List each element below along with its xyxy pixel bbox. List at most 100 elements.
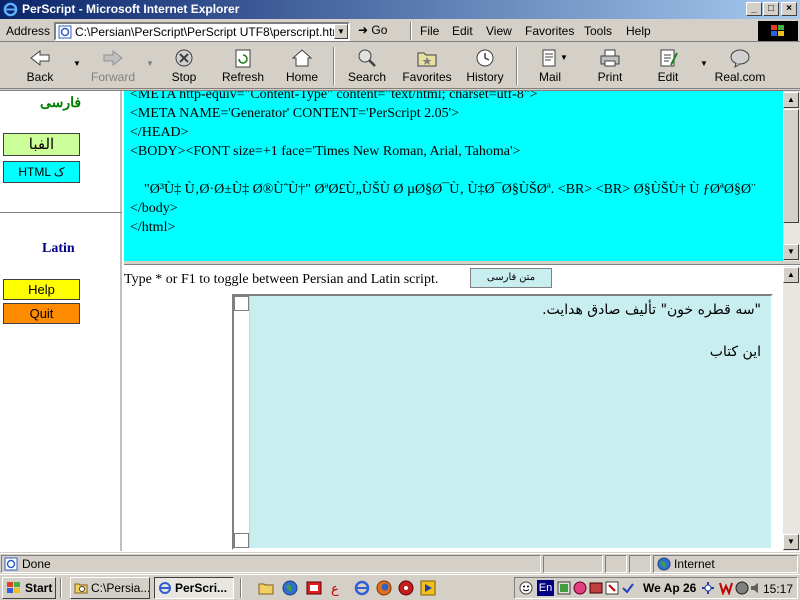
status-panel-main: [1, 555, 541, 573]
quicklaunch-persian-icon[interactable]: ع: [330, 580, 346, 596]
start-button[interactable]: Start: [2, 577, 56, 599]
editor-text-area[interactable]: "سه قطره خون" تألیف صادق هدایت. این کتاب: [250, 296, 771, 548]
quicklaunch-ie-icon[interactable]: [354, 580, 370, 596]
quicklaunch-winamp-icon[interactable]: [420, 580, 436, 596]
print-button[interactable]: Print: [590, 47, 630, 87]
refresh-label: Refresh: [221, 70, 265, 84]
scroll-up-button[interactable]: ▲: [783, 267, 799, 283]
favorites-label: Favorites: [402, 70, 452, 84]
persian-text-editor[interactable]: "سه قطره خون" تألیف صادق هدایت. این کتاب: [232, 294, 773, 550]
menu-file[interactable]: File: [420, 24, 439, 38]
refresh-icon: [235, 49, 251, 68]
tray-speaker-icon[interactable]: [749, 581, 763, 595]
internet-globe-icon: [657, 557, 671, 571]
svg-text:ع: ع: [331, 582, 339, 596]
security-zone-text: Internet: [674, 557, 715, 571]
edit-button[interactable]: Edit: [648, 47, 688, 87]
scroll-thumb[interactable]: [783, 109, 799, 223]
forward-button[interactable]: Forward: [88, 47, 138, 87]
task-label: PerScri...: [175, 581, 228, 595]
left-frame: فارسی الفبا HTML ک Latin Help Quit: [0, 91, 122, 551]
help-button[interactable]: Help: [3, 279, 80, 300]
scroll-up-button[interactable]: ▲: [783, 92, 799, 108]
quicklaunch-media-icon[interactable]: [398, 580, 414, 596]
status-bar: Done Internet: [0, 553, 800, 573]
menu-tools[interactable]: Tools: [584, 24, 612, 38]
tray-color-icon[interactable]: [573, 581, 587, 595]
tray-network-star-icon[interactable]: [701, 581, 715, 595]
quicklaunch-folder-icon[interactable]: [258, 580, 274, 596]
history-label: History: [466, 70, 504, 84]
frame-splitter[interactable]: [124, 261, 800, 265]
tray-network-icon[interactable]: [557, 581, 571, 595]
editor-line: این کتاب: [709, 344, 761, 360]
alefba-button[interactable]: الفبا: [3, 133, 80, 156]
back-label: Back: [26, 70, 54, 84]
scroll-down-button[interactable]: ▼: [783, 244, 799, 260]
edit-document-icon: [660, 49, 678, 67]
address-bar-row: Address C:\Persian\PerScript\PerScript U…: [0, 20, 800, 42]
page-icon: [58, 25, 72, 39]
address-input[interactable]: C:\Persian\PerScript\PerScript UTF8\pers…: [54, 22, 350, 41]
refresh-button[interactable]: Refresh: [218, 47, 268, 87]
search-icon: [358, 49, 376, 67]
forward-arrow-icon: [103, 49, 123, 67]
ie-logo-icon: [3, 2, 18, 17]
clock: 15:17: [763, 582, 794, 596]
ie-task-icon: [159, 582, 171, 594]
scroll-down-button[interactable]: ▼: [783, 534, 799, 550]
home-label: Home: [285, 70, 318, 84]
taskbar-separator: [240, 578, 242, 598]
tray-winamp-icon[interactable]: [719, 581, 733, 595]
tray-date: We Ap 26: [643, 581, 697, 595]
tray-info-icon[interactable]: [605, 581, 619, 595]
back-dropdown-arrow[interactable]: ▼: [73, 59, 81, 68]
status-panel-progress: [543, 555, 603, 573]
tray-check-icon[interactable]: [621, 581, 635, 595]
quicklaunch-globe-icon[interactable]: [282, 580, 298, 596]
tray-language-indicator[interactable]: En: [537, 580, 554, 596]
menu-edit[interactable]: Edit: [452, 24, 473, 38]
latin-heading: Latin: [42, 241, 75, 256]
stop-label: Stop: [171, 70, 197, 84]
folder-search-icon: [74, 583, 88, 594]
go-button[interactable]: ➜ Go: [358, 23, 387, 37]
close-button[interactable]: ×: [781, 2, 797, 16]
minimize-button[interactable]: _: [746, 2, 762, 16]
menu-help[interactable]: Help: [626, 24, 651, 38]
edit-dropdown-arrow[interactable]: ▼: [700, 59, 708, 68]
quicklaunch-firefox-icon[interactable]: [376, 580, 392, 596]
real-logo-icon: [730, 49, 750, 69]
tray-app-icon[interactable]: [589, 581, 603, 595]
maximize-button[interactable]: □: [763, 2, 779, 16]
favorites-button[interactable]: Favorites: [402, 47, 452, 87]
forward-dropdown-arrow[interactable]: ▼: [146, 59, 154, 68]
mail-dropdown-arrow[interactable]: ▼: [560, 53, 568, 62]
input-frame-scrollbar[interactable]: ▲ ▼: [783, 266, 800, 551]
left-frame-divider: [0, 212, 122, 213]
back-button[interactable]: Back: [16, 47, 64, 87]
input-frame: Type * or F1 to toggle between Persian a…: [124, 266, 800, 551]
realcom-label: Real.com: [714, 70, 766, 84]
menu-favorites[interactable]: Favorites: [525, 24, 574, 38]
code-frame-scrollbar[interactable]: ▲ ▼: [783, 91, 800, 261]
toolbar-separator: [516, 47, 518, 85]
task-perscript-window[interactable]: PerScri...: [154, 577, 234, 599]
quit-button[interactable]: Quit: [3, 303, 80, 324]
status-panel-small: [629, 555, 651, 573]
realcom-button[interactable]: Real.com: [714, 47, 766, 87]
forward-label: Forward: [90, 70, 135, 84]
html-button[interactable]: HTML ک: [3, 161, 80, 183]
menu-view[interactable]: View: [486, 24, 512, 38]
history-button[interactable]: History: [464, 47, 506, 87]
quicklaunch-app-icon[interactable]: [306, 580, 322, 596]
stop-button[interactable]: Stop: [164, 47, 204, 87]
windows-flag-icon: [771, 25, 784, 36]
history-clock-icon: [476, 49, 494, 67]
tray-smiley-icon[interactable]: [519, 581, 533, 595]
search-button[interactable]: Search: [344, 47, 390, 87]
tray-security-icon[interactable]: [735, 581, 749, 595]
home-button[interactable]: Home: [282, 47, 322, 87]
address-dropdown-button[interactable]: ▼: [334, 24, 348, 39]
task-explorer-window[interactable]: C:\Persia...: [70, 577, 150, 599]
